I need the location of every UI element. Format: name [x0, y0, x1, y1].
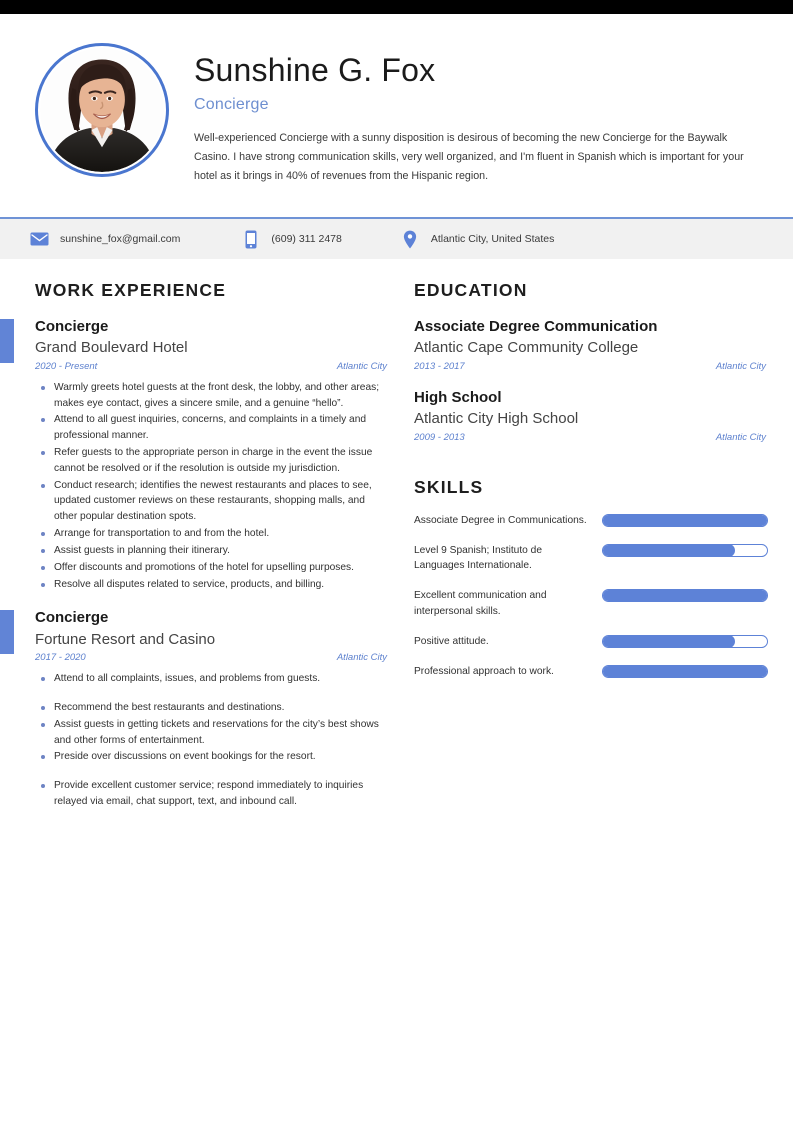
- skill-level-fill: [603, 635, 736, 647]
- work-entry-body: Concierge Fortune Resort and Casino 2017 -…: [35, 608, 400, 809]
- list-item: Refer guests to the appropriate person i…: [35, 445, 383, 477]
- profile-summary: Well-experienced Concierge with a sunny …: [194, 131, 744, 182]
- skill-row: Excellent communication and interpersona…: [414, 587, 793, 619]
- contact-phone[interactable]: (609) 311 2478: [241, 219, 342, 259]
- education-entry-meta: 2009 - 2013 Atlantic City: [414, 432, 766, 443]
- skill-level-fill: [603, 590, 767, 602]
- skill-level-bar: [602, 513, 768, 527]
- work-entry-meta: 2017 - 2020 Atlantic City: [35, 652, 387, 663]
- work-position: Concierge: [35, 609, 109, 627]
- list-item: Arrange for transportation to and from t…: [35, 526, 383, 542]
- work-location: Atlantic City: [336, 652, 387, 664]
- section-title-work-experience: WORK EXPERIENCE: [35, 280, 227, 300]
- entry-accent-bar: [0, 319, 14, 363]
- education-entry-body: Associate Degree Communication Atlantic C…: [414, 317, 793, 372]
- skill-row: Level 9 Spanish; Instituto de Languages …: [414, 542, 793, 574]
- list-item: Provide excellent customer service; resp…: [35, 778, 383, 810]
- portrait-photo-icon: [40, 48, 164, 172]
- avatar: [35, 43, 169, 177]
- work-entry: Concierge Fortune Resort and Casino 2017 -…: [0, 608, 400, 809]
- skill-level-fill: [603, 666, 767, 678]
- education-school: Atlantic Cape Community College: [414, 339, 639, 357]
- skill-row: Associate Degree in Communications.: [414, 512, 793, 528]
- list-item: Recommend the best restaurants and desti…: [35, 700, 383, 716]
- skill-level-bar: [602, 665, 768, 679]
- list-item: Warmly greets hotel guests at the front …: [35, 380, 383, 412]
- envelope-icon: [30, 230, 49, 249]
- education-entry-body: High School Atlantic City High School 2009…: [414, 388, 793, 443]
- education-entry: Associate Degree Communication Atlantic C…: [414, 317, 793, 372]
- list-item: Assist guests in planning their itinerar…: [35, 543, 383, 559]
- mobile-phone-icon: [241, 230, 260, 249]
- job-title-subtitle: Concierge: [194, 95, 269, 113]
- jobs-list: Concierge Grand Boulevard Hotel 2020 - Pre…: [0, 317, 400, 810]
- skill-label: Professional approach to work.: [414, 666, 554, 678]
- education-entry: High School Atlantic City High School 2009…: [414, 388, 793, 443]
- work-entry-body: Concierge Grand Boulevard Hotel 2020 - Pre…: [35, 317, 400, 592]
- work-bullet-list: Attend to all complaints, issues, and pr…: [35, 671, 383, 810]
- work-employer: Grand Boulevard Hotel: [35, 339, 188, 357]
- work-experience-column: WORK EXPERIENCE Concierge Grand Boulevard…: [0, 280, 400, 811]
- skills-list: Associate Degree in Communications. Level…: [414, 512, 793, 680]
- list-item: Attend to all guest inquiries, concerns,…: [35, 412, 383, 444]
- education-entry-meta: 2013 - 2017 Atlantic City: [414, 361, 766, 372]
- list-item: Conduct research; identifies the newest …: [35, 478, 383, 525]
- work-location: Atlantic City: [336, 360, 387, 372]
- list-item: Offer discounts and promotions of the ho…: [35, 560, 383, 576]
- skill-label: Level 9 Spanish; Instituto de Languages …: [414, 544, 542, 572]
- contact-bar: sunshine_fox@gmail.com (609) 311 2478 At…: [0, 217, 793, 259]
- section-title-skills: SKILLS: [414, 476, 484, 497]
- list-item: Preside over discussions on event bookin…: [35, 749, 383, 765]
- education-dates: 2013 - 2017: [414, 360, 465, 372]
- contact-email-value: sunshine_fox@gmail.com: [60, 233, 181, 245]
- list-item: Attend to all complaints, issues, and pr…: [35, 671, 383, 687]
- contact-email[interactable]: sunshine_fox@gmail.com: [30, 219, 180, 259]
- list-item: Assist guests in getting tickets and res…: [35, 717, 383, 749]
- page-title: Sunshine G. Fox: [194, 52, 436, 88]
- work-bullet-list: Warmly greets hotel guests at the front …: [35, 380, 383, 593]
- contact-location-value: Atlantic City, United States: [430, 233, 555, 245]
- education-list: Associate Degree Communication Atlantic C…: [414, 317, 793, 443]
- contact-location[interactable]: Atlantic City, United States: [401, 219, 555, 259]
- education-degree: High School: [414, 388, 502, 406]
- education-degree: Associate Degree Communication: [414, 318, 658, 335]
- header-text-block: Sunshine G. Fox Concierge Well-experienc…: [194, 52, 769, 186]
- list-item: Resolve all disputes related to service,…: [35, 577, 383, 593]
- work-employer: Fortune Resort and Casino: [35, 630, 216, 648]
- skill-label: Positive attitude.: [414, 635, 489, 647]
- resume-page: Sunshine G. Fox Concierge Well-experienc…: [0, 0, 793, 1122]
- skill-row: Positive attitude.: [414, 633, 793, 649]
- skill-level-bar: [602, 589, 768, 603]
- section-title-education: EDUCATION: [414, 280, 528, 300]
- skill-label: Associate Degree in Communications.: [414, 514, 587, 526]
- entry-accent-bar: [0, 610, 14, 655]
- work-position: Concierge: [35, 318, 109, 335]
- work-dates: 2017 - 2020: [35, 652, 86, 664]
- education-school: Atlantic City High School: [414, 410, 579, 427]
- resume-header: Sunshine G. Fox Concierge Well-experienc…: [0, 14, 793, 217]
- education-skills-column: EDUCATION Associate Degree Communication…: [414, 280, 793, 680]
- skill-level-fill: [603, 544, 736, 556]
- education-location: Atlantic City: [715, 360, 766, 372]
- skill-label: Excellent communication and interpersona…: [414, 590, 547, 617]
- education-dates: 2009 - 2013: [414, 431, 465, 443]
- skill-row: Professional approach to work.: [414, 663, 793, 679]
- contact-phone-value: (609) 311 2478: [271, 233, 342, 245]
- education-location: Atlantic City: [715, 431, 766, 443]
- avatar-image: [40, 48, 164, 172]
- skill-level-fill: [603, 514, 767, 526]
- top-black-band: [0, 0, 793, 14]
- work-dates: 2020 - Present: [35, 360, 98, 372]
- map-pin-icon: [401, 230, 420, 249]
- skill-level-bar: [602, 543, 768, 557]
- work-entry: Concierge Grand Boulevard Hotel 2020 - Pre…: [0, 317, 400, 592]
- skill-level-bar: [602, 634, 768, 648]
- work-entry-meta: 2020 - Present Atlantic City: [35, 361, 387, 372]
